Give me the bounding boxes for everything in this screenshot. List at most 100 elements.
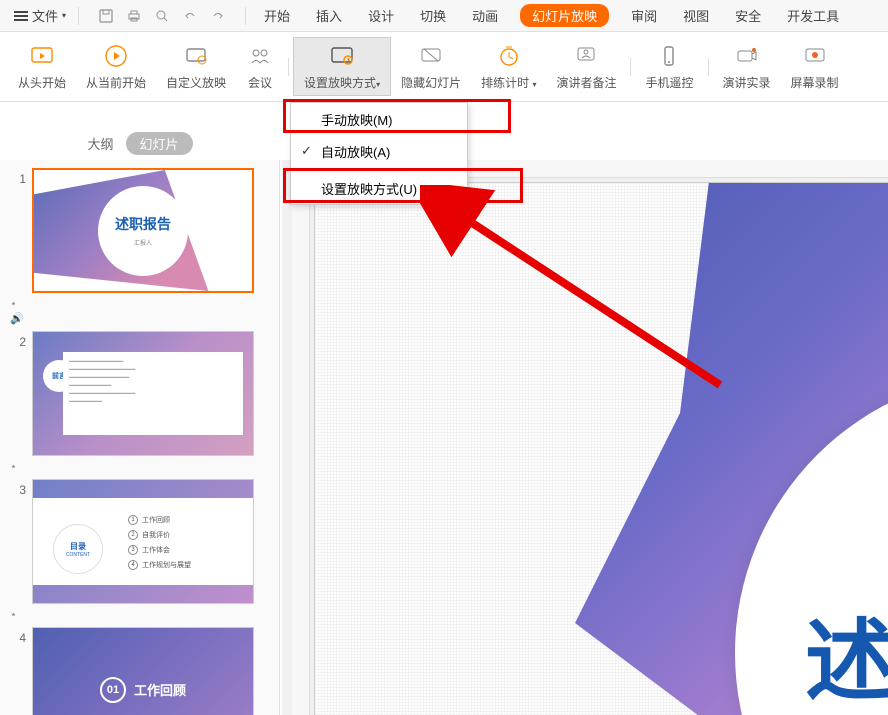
- setup-show-dialog-item[interactable]: 设置放映方式(U): [291, 172, 467, 204]
- screen-record-button[interactable]: 屏幕录制: [781, 38, 849, 95]
- hide-slide-button[interactable]: 隐藏幻灯片: [391, 38, 471, 95]
- camera-icon: [733, 42, 761, 70]
- tab-design[interactable]: 设计: [364, 4, 398, 27]
- from-beginning-button[interactable]: 从头开始: [8, 38, 76, 95]
- label: 演讲实录: [723, 74, 771, 91]
- slide-subtitle: 汇报人: [134, 238, 152, 247]
- slide-thumbnail-2[interactable]: 前言 ━━━━━━━━━━━━━━━━━━━━━━━━━━━━━━━━━━━━━…: [32, 331, 254, 456]
- print-icon[interactable]: [125, 7, 143, 25]
- separator: [291, 169, 467, 170]
- slide-number: 3: [6, 479, 26, 497]
- presenter-notes-button[interactable]: 演讲者备注: [546, 38, 626, 95]
- chevron-down-icon: ▾: [62, 11, 66, 20]
- slide-canvas[interactable]: 述职: [314, 182, 888, 715]
- file-label: 文件: [32, 6, 58, 25]
- print-preview-icon[interactable]: [153, 7, 171, 25]
- hide-slide-icon: [417, 42, 445, 70]
- label: 会议: [248, 74, 272, 91]
- tab-transition[interactable]: 切换: [416, 4, 450, 27]
- slide-thumbnail-3[interactable]: 目录 CONTENT 1工作回顾 2自我评价 3工作体会 4工作规划与展望: [32, 479, 254, 604]
- slide-thumbnails-panel: 1 述职报告 汇报人 ⋆ 🔊 2 前言 ━━━━━━━━━━━━━━━━━━━━…: [0, 160, 280, 715]
- sidepanel-tabs: 大纲 幻灯片: [0, 128, 280, 158]
- manual-show-item[interactable]: 手动放映(M): [291, 103, 467, 135]
- label: 屏幕录制: [791, 74, 839, 91]
- tab-animation[interactable]: 动画: [468, 4, 502, 27]
- tab-security[interactable]: 安全: [731, 4, 765, 27]
- section-number: 01: [100, 677, 126, 703]
- tab-developer[interactable]: 开发工具: [783, 4, 843, 27]
- label: 排练计时 ▾: [481, 74, 536, 91]
- toc-list: 1工作回顾 2自我评价 3工作体会 4工作规划与展望: [128, 510, 191, 575]
- main-title[interactable]: 述职: [805, 588, 888, 715]
- body-text-placeholder: ━━━━━━━━━━━━━━━━━━━━━━━━━━━━━━━━━━━━━━━━…: [69, 358, 237, 406]
- thumb-row: 4 01 工作回顾: [6, 627, 273, 715]
- label: 从头开始: [18, 74, 66, 91]
- tab-review[interactable]: 审阅: [627, 4, 661, 27]
- phone-icon: [655, 42, 683, 70]
- ribbon-tabs: 开始 插入 设计 切换 动画 幻灯片放映 审阅 视图 安全 开发工具: [260, 4, 843, 27]
- file-menu[interactable]: 文件 ▾: [8, 6, 72, 25]
- vertical-ruler: [292, 178, 310, 715]
- label: 设置放映方式▾: [304, 74, 380, 91]
- divider: [78, 7, 79, 25]
- rehearse-button[interactable]: 排练计时 ▾: [471, 38, 546, 95]
- label: 自动放映(A): [321, 142, 390, 161]
- outline-tab[interactable]: 大纲: [87, 134, 113, 153]
- phone-remote-button[interactable]: 手机遥控: [635, 38, 703, 95]
- play-from-start-icon: [28, 42, 56, 70]
- thumb-row: 1 述职报告 汇报人: [6, 168, 273, 293]
- tab-insert[interactable]: 插入: [312, 4, 346, 27]
- transition-icon: ⋆: [10, 461, 17, 473]
- setup-show-dropdown: 手动放映(M) 自动放映(A) 设置放映方式(U): [290, 102, 468, 205]
- label: 手动放映(M): [321, 110, 393, 129]
- audio-icon: 🔊: [10, 312, 273, 325]
- transition-icon: ⋆: [10, 297, 273, 310]
- save-icon[interactable]: [97, 7, 115, 25]
- undo-icon[interactable]: [181, 7, 199, 25]
- label: 隐藏幻灯片: [401, 74, 461, 91]
- menubar: 文件 ▾ 开始 插入 设计 切换 动画 幻灯片放映 审阅 视图 安全 开发工具: [0, 0, 888, 32]
- setup-show-button[interactable]: 设置放映方式▾: [293, 37, 391, 96]
- play-current-icon: [102, 42, 130, 70]
- quick-access-toolbar: [93, 7, 231, 25]
- custom-show-icon: [182, 42, 210, 70]
- thumb-row: 3 目录 CONTENT 1工作回顾 2自我评价 3工作体会 4工作规划与展望: [6, 479, 273, 604]
- toc-sub: CONTENT: [66, 552, 90, 558]
- presenter-icon: [572, 42, 600, 70]
- meeting-icon: [246, 42, 274, 70]
- redo-icon[interactable]: [209, 7, 227, 25]
- divider: [288, 58, 289, 76]
- hamburger-icon: [14, 9, 28, 23]
- slide-number: 1: [6, 168, 26, 186]
- meeting-button[interactable]: 会议: [236, 38, 284, 95]
- record-presentation-button[interactable]: 演讲实录: [713, 38, 781, 95]
- thumb-row: 2 前言 ━━━━━━━━━━━━━━━━━━━━━━━━━━━━━━━━━━━…: [6, 331, 273, 456]
- divider: [630, 58, 631, 76]
- slide-editor-area: 述职: [282, 160, 888, 715]
- label: 设置放映方式(U): [321, 179, 417, 198]
- slide-thumbnail-1[interactable]: 述职报告 汇报人: [32, 168, 254, 293]
- timer-icon: [495, 42, 523, 70]
- label: 演讲者备注: [556, 74, 616, 91]
- custom-show-button[interactable]: 自定义放映: [156, 38, 236, 95]
- toc-label: 目录: [70, 541, 86, 552]
- slide-number: 2: [6, 331, 26, 349]
- auto-show-item[interactable]: 自动放映(A): [291, 135, 467, 167]
- label: 手机遥控: [645, 74, 693, 91]
- ribbon: 从头开始 从当前开始 自定义放映 会议 设置放映方式▾ 隐藏幻灯片 排练计时 ▾…: [0, 32, 888, 102]
- section-title: 工作回顾: [134, 680, 186, 699]
- slide-number: 4: [6, 627, 26, 645]
- transition-icon: ⋆: [10, 609, 17, 621]
- label: 从当前开始: [86, 74, 146, 91]
- slides-tab[interactable]: 幻灯片: [126, 132, 193, 155]
- screen-record-icon: [801, 42, 829, 70]
- setup-show-icon: [328, 42, 356, 70]
- slide-thumbnail-4[interactable]: 01 工作回顾: [32, 627, 254, 715]
- from-current-button[interactable]: 从当前开始: [76, 38, 156, 95]
- divider: [245, 7, 246, 25]
- tab-slideshow[interactable]: 幻灯片放映: [520, 4, 609, 27]
- slide-title: 述职报告: [115, 214, 171, 234]
- tab-view[interactable]: 视图: [679, 4, 713, 27]
- divider: [708, 58, 709, 76]
- tab-home[interactable]: 开始: [260, 4, 294, 27]
